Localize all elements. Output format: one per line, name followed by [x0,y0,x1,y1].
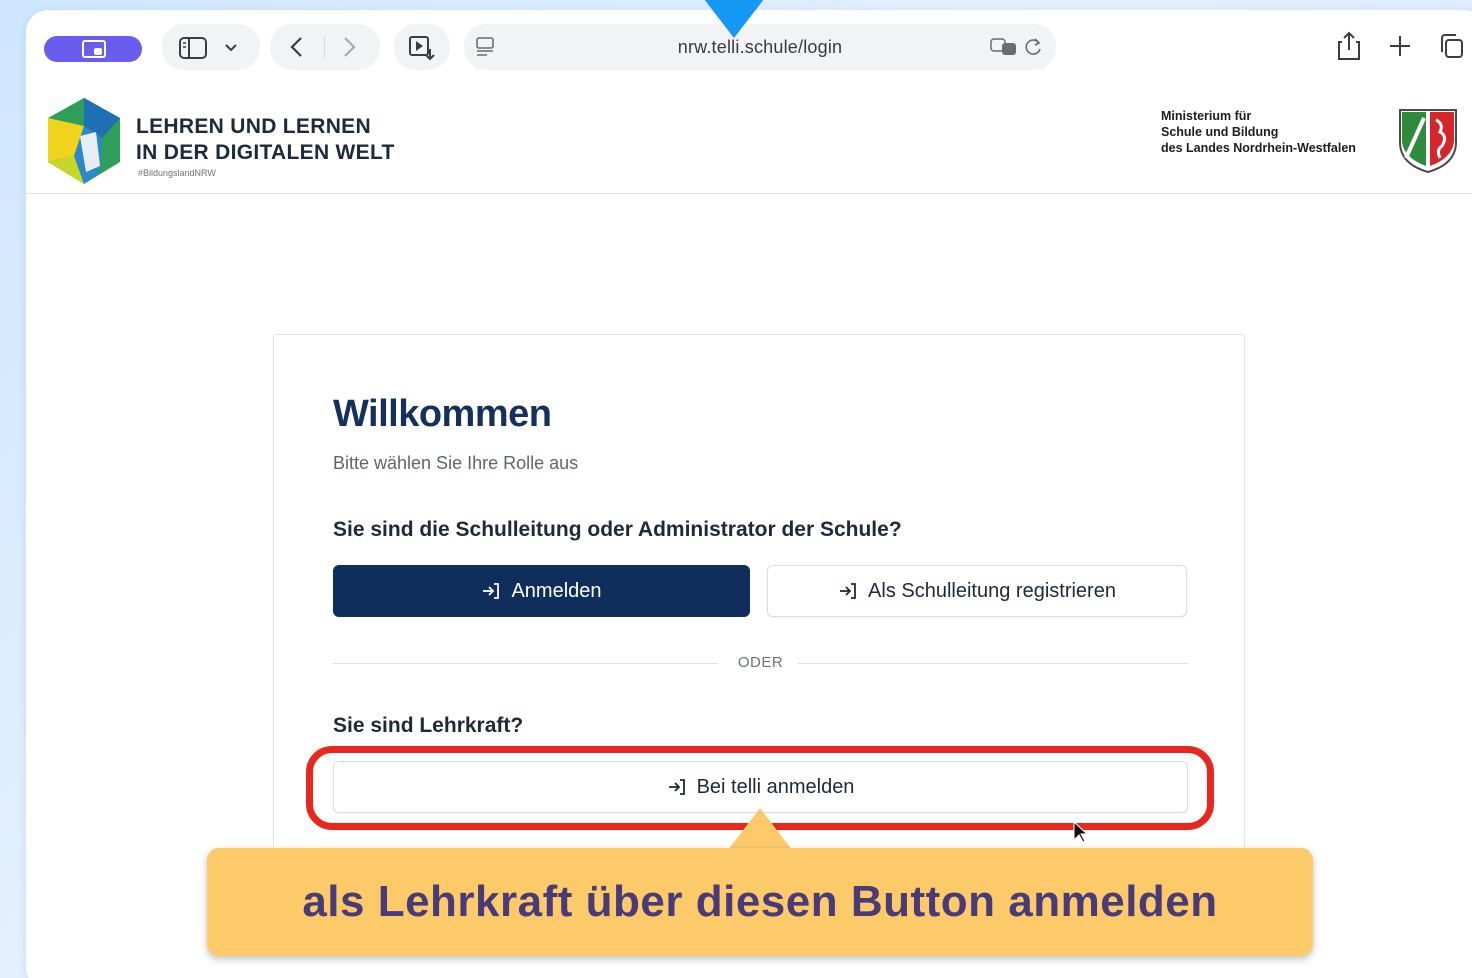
page-subtitle: Bitte wählen Sie Ihre Rolle aus [333,453,579,473]
ministry-line-3: des Landes Nordrhein-Westfalen [1161,141,1356,155]
new-tab-icon[interactable] [1388,34,1412,58]
share-icon[interactable] [1336,30,1362,62]
login-button-label: Anmelden [511,579,602,602]
tab-overview-icon [82,40,106,58]
login-button[interactable]: Anmelden [333,565,750,617]
divider-line-right [798,663,1188,664]
or-divider: ODER [333,653,1188,673]
chevron-down-icon[interactable] [224,42,238,54]
sidebar-icon[interactable] [178,36,208,60]
brand-tag: #BildungslandNRW [138,168,216,178]
pointer-arrow-icon [697,0,771,38]
brand-line-1: LEHREN UND LERNEN [136,115,371,138]
callout-arrow [728,808,792,850]
ministry-line-2: Schule und Bildung [1161,125,1279,139]
forward-icon[interactable] [340,35,358,59]
mouse-cursor-icon [1073,820,1088,843]
back-icon[interactable] [288,35,306,59]
brand-line-2: IN DER DIGITALEN WELT [136,141,395,164]
reader-group [394,24,450,70]
nrw-crest-icon [1399,109,1457,174]
ministry-line-1: Ministerium für [1161,109,1252,123]
page-title: Willkommen [333,393,552,435]
register-button[interactable]: Als Schulleitung registrieren [767,565,1187,617]
sidebar-toggle-group [162,24,260,70]
teacher-question: Sie sind Lehrkraft? [333,714,524,737]
translate-icon[interactable] [990,37,1020,57]
tab-overview-button[interactable] [44,36,142,62]
brand-title: LEHREN UND LERNEN IN DER DIGITALEN WELT [136,114,395,166]
login-icon [840,583,856,599]
tabs-overview-icon[interactable] [1438,32,1464,60]
ministry-label: Ministerium für Schule und Bildung des L… [1161,108,1356,156]
annotation-callout: als Lehrkraft über diesen Button anmelde… [207,848,1313,956]
media-icon[interactable] [408,35,436,61]
register-button-label: Als Schulleitung registrieren [868,579,1116,602]
site-header: LEHREN UND LERNEN IN DER DIGITALEN WELT … [26,88,1472,194]
reload-icon[interactable] [1024,37,1044,57]
admin-question: Sie sind die Schulleitung oder Administr… [333,518,902,541]
logo-icon[interactable] [44,96,124,186]
login-icon [483,583,500,599]
url-text[interactable]: nrw.telli.schule/login [464,37,1056,58]
navigation-group [270,24,380,70]
